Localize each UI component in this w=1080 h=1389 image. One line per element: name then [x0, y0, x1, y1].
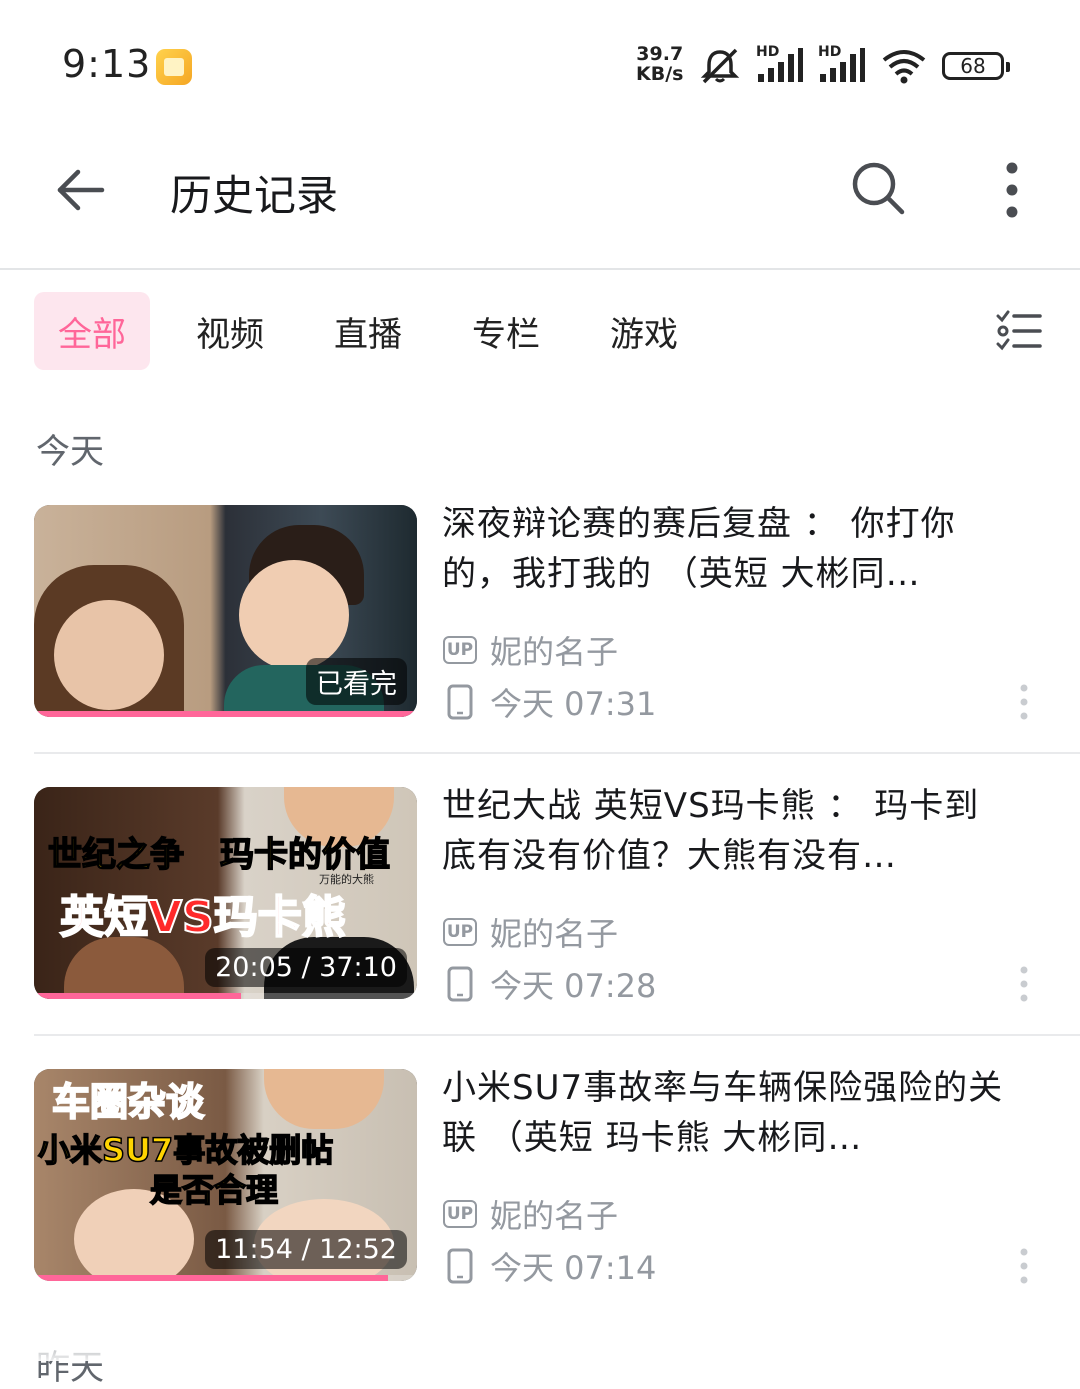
author-name: 妮的名子 [490, 1197, 619, 1235]
video-title[interactable]: 深夜辩论赛的赛后复盘 ： 你打你的，我打我的 （英短 大彬同… [442, 499, 1012, 599]
video-thumbnail[interactable]: 车圈杂谈 小米SU7事故被删帖 是否合理 11:54 / 12:52 [34, 1069, 417, 1281]
mute-icon [700, 48, 740, 84]
history-item[interactable]: 车圈杂谈 小米SU7事故被删帖 是否合理 11:54 / 12:52 小米SU7… [34, 1068, 1080, 1287]
video-title[interactable]: 小米SU7事故率与车辆保险强险的关联 （英短 玛卡熊 大彬同… [442, 1063, 1012, 1163]
tab-video[interactable]: 视频 [172, 292, 288, 370]
divider [34, 752, 1080, 754]
item-more-icon[interactable] [1014, 965, 1034, 1003]
history-item[interactable]: 世纪之争 玛卡的价值 英短VS玛卡熊 万能的大熊 20:05 / 37:10 世… [34, 786, 1080, 1005]
status-icons: HD HD 68 [698, 44, 1010, 88]
page-title: 历史记录 [170, 171, 339, 220]
network-speed: 39.7 KB/s [636, 44, 683, 84]
notes-app-icon [156, 49, 192, 85]
up-icon: UP [442, 1196, 478, 1232]
watch-time: 今天 07:31 [490, 685, 657, 723]
author-row[interactable]: UP 妮的名子 [442, 629, 618, 671]
item-more-icon[interactable] [1014, 683, 1034, 721]
watch-progress-bar [34, 1275, 389, 1281]
watch-progress-bar [34, 993, 241, 999]
thumbnail-caption: 车圈杂谈 [51, 1079, 205, 1125]
watch-time-row: 今天 07:31 [442, 681, 656, 723]
thumbnail-caption: 玛卡的价值 [219, 834, 391, 876]
phone-icon [442, 1248, 478, 1284]
author-name: 妮的名子 [490, 633, 619, 671]
thumbnail-caption: 是否合理 [149, 1170, 279, 1210]
search-icon[interactable] [848, 158, 908, 218]
wifi-icon [882, 50, 926, 84]
up-icon: UP [442, 914, 478, 950]
tab-column[interactable]: 专栏 [448, 292, 564, 370]
history-item[interactable]: 已看完 深夜辩论赛的赛后复盘 ： 你打你的，我打我的 （英短 大彬同… UP 妮… [34, 504, 1080, 723]
section-today: 今天 [36, 432, 104, 472]
more-vertical-icon[interactable] [992, 158, 1032, 222]
video-thumbnail[interactable]: 世纪之争 玛卡的价值 英短VS玛卡熊 万能的大熊 20:05 / 37:10 [34, 787, 417, 999]
thumbnail-caption: 世纪之争 [47, 834, 185, 876]
tab-live[interactable]: 直播 [310, 292, 426, 370]
watch-progress-bar [34, 711, 417, 717]
app-header: 历史记录 [0, 130, 1080, 270]
video-title[interactable]: 世纪大战 英短VS玛卡熊 ： 玛卡到底有没有价值？大熊有没有… [442, 781, 1012, 881]
network-speed-value: 39.7 [636, 43, 684, 65]
author-row[interactable]: UP 妮的名子 [442, 1193, 618, 1235]
thumbnail-caption: 英短VS玛卡熊 [59, 891, 347, 944]
author-name: 妮的名子 [490, 915, 619, 953]
status-bar: 9:13 39.7 KB/s HD HD 68 [0, 0, 1080, 130]
batch-edit-icon[interactable] [996, 310, 1042, 352]
watch-time: 今天 07:14 [490, 1249, 657, 1287]
status-time: 9:13 [62, 42, 152, 86]
author-row[interactable]: UP 妮的名子 [442, 911, 618, 953]
up-icon: UP [442, 632, 478, 668]
watch-time-row: 今天 07:14 [442, 1245, 656, 1287]
phone-icon [442, 684, 478, 720]
watched-badge: 已看完 [306, 658, 407, 705]
signal-1-icon: HD [756, 44, 804, 86]
tab-game[interactable]: 游戏 [586, 292, 702, 370]
battery-level: 68 [960, 54, 986, 78]
item-more-icon[interactable] [1014, 1247, 1034, 1285]
tab-all[interactable]: 全部 [34, 292, 150, 370]
signal-2-icon: HD [818, 44, 866, 86]
duration-badge: 11:54 / 12:52 [205, 1230, 407, 1269]
network-speed-unit: KB/s [636, 63, 684, 85]
filter-tabs: 全部 视频 直播 专栏 游戏 [34, 292, 724, 370]
thumbnail-watermark: 万能的大熊 [319, 873, 374, 886]
watch-time-row: 今天 07:28 [442, 963, 656, 1005]
battery-indicator: 68 [942, 52, 1010, 80]
duration-badge: 20:05 / 37:10 [205, 948, 407, 987]
video-thumbnail[interactable]: 已看完 [34, 505, 417, 717]
phone-icon [442, 966, 478, 1002]
scroll-fade [0, 1320, 1080, 1361]
watch-time: 今天 07:28 [490, 967, 657, 1005]
back-arrow-icon[interactable] [52, 162, 108, 218]
divider [34, 1034, 1080, 1036]
